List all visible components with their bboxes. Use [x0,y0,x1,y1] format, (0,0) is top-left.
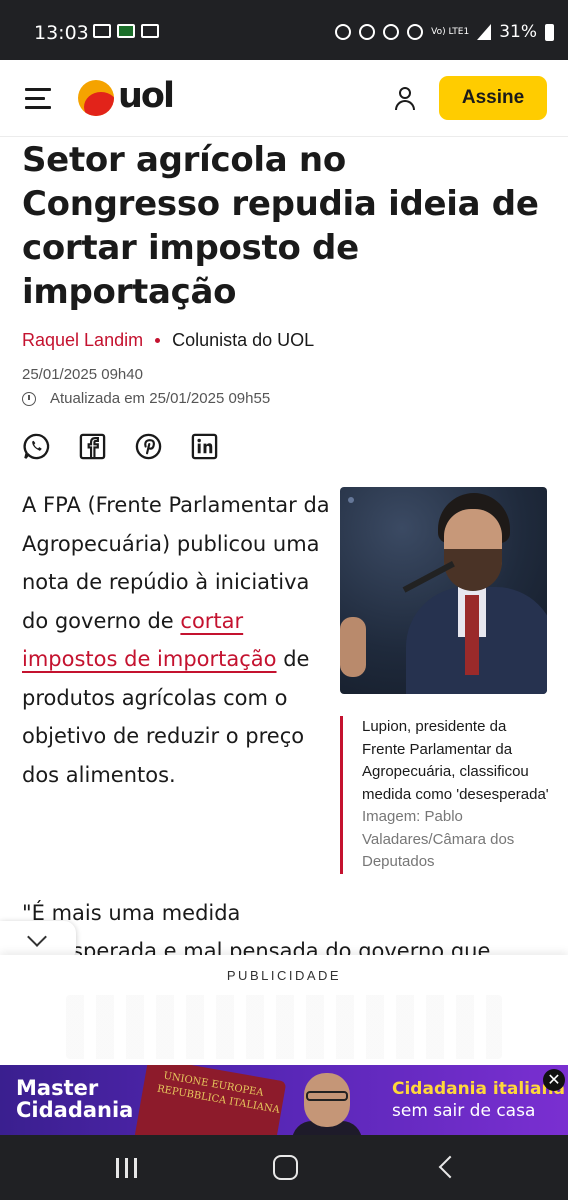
banner-brand-line2: Cidadania [16,1098,134,1122]
updated-date: Atualizada em 25/01/2025 09h55 [50,390,271,407]
updated-date-row: Atualizada em 25/01/2025 09h55 [22,390,270,407]
article-paragraph: A FPA (Frente Parlamentar da Agropecuári… [22,486,332,794]
caption-text: Lupion, presidente da Frente Parlamentar… [362,718,549,803]
banner-subline: sem sair de casa [392,1101,536,1121]
chat-icon [141,24,159,38]
alarm-icon [359,24,376,40]
home-icon[interactable] [273,1155,298,1180]
mute-icon [383,24,400,40]
app-notification-icon [117,24,135,38]
author-role: Colunista do UOL [172,330,315,350]
status-time: 13:03 [34,22,89,44]
photo-credit: Imagem: Pablo Valadares/Câmara dos Deput… [362,808,515,870]
banner-headline: Cidadania italiana [392,1079,566,1099]
clock-icon [22,391,36,406]
pinterest-icon[interactable] [134,432,163,461]
uol-logo-sun-icon [78,80,114,116]
byline-separator [155,338,161,343]
signal-icon [477,24,492,40]
nfc-icon [335,24,352,40]
recent-apps-icon[interactable] [116,1158,138,1178]
facebook-icon[interactable] [78,432,107,461]
ad-banner[interactable]: Master Cidadania UNIONE EUROPEA REPUBBLI… [0,1065,568,1135]
article-photo[interactable] [340,487,547,694]
linkedin-icon[interactable] [190,432,219,461]
status-bar: 13:03 Vo) LTE1 31% [0,0,568,60]
chevron-down-icon [27,927,47,947]
banner-person-image [292,1067,362,1135]
navigation-bar [0,1135,568,1200]
ad-label: PUBLICIDADE [226,968,342,983]
photo-caption: Lupion, presidente da Frente Parlamentar… [340,716,552,874]
wifi-icon [407,24,424,40]
close-ad-button[interactable]: ✕ [543,1069,565,1091]
battery-percent: 31% [499,22,537,42]
published-date: 25/01/2025 09h40 [22,366,143,383]
mail-icon [93,24,111,38]
share-bar [22,432,219,461]
subscribe-button[interactable]: Assine [439,76,547,120]
uol-logo[interactable]: uol [78,76,184,118]
whatsapp-icon[interactable] [22,432,51,461]
battery-icon [545,23,554,41]
user-account-icon[interactable] [394,87,416,111]
system-icons: Vo) LTE1 31% [335,22,554,42]
notification-icons [93,24,159,38]
ad-panel: PUBLICIDADE [0,955,568,1065]
passport-image: UNIONE EUROPEA REPUBBLICA ITALIANA [133,1065,287,1135]
uol-logo-text: uol [118,76,175,116]
hamburger-menu-icon[interactable] [25,86,51,110]
ad-placeholder [66,995,502,1059]
site-header: uol Assine [0,60,568,137]
network-label: Vo) LTE1 [431,26,470,37]
banner-brand-line1: Master [16,1076,99,1100]
paragraph-text-start: A FPA (Frente Parlamentar da Agropecuári… [22,493,330,633]
back-icon[interactable] [438,1155,462,1179]
article-title: Setor agrícola no Congresso repudia idei… [22,140,539,312]
author-link[interactable]: Raquel Landim [22,330,143,351]
quote-line: "É mais uma medida [22,901,241,925]
byline: Raquel Landim Colunista do UOL [22,330,314,351]
